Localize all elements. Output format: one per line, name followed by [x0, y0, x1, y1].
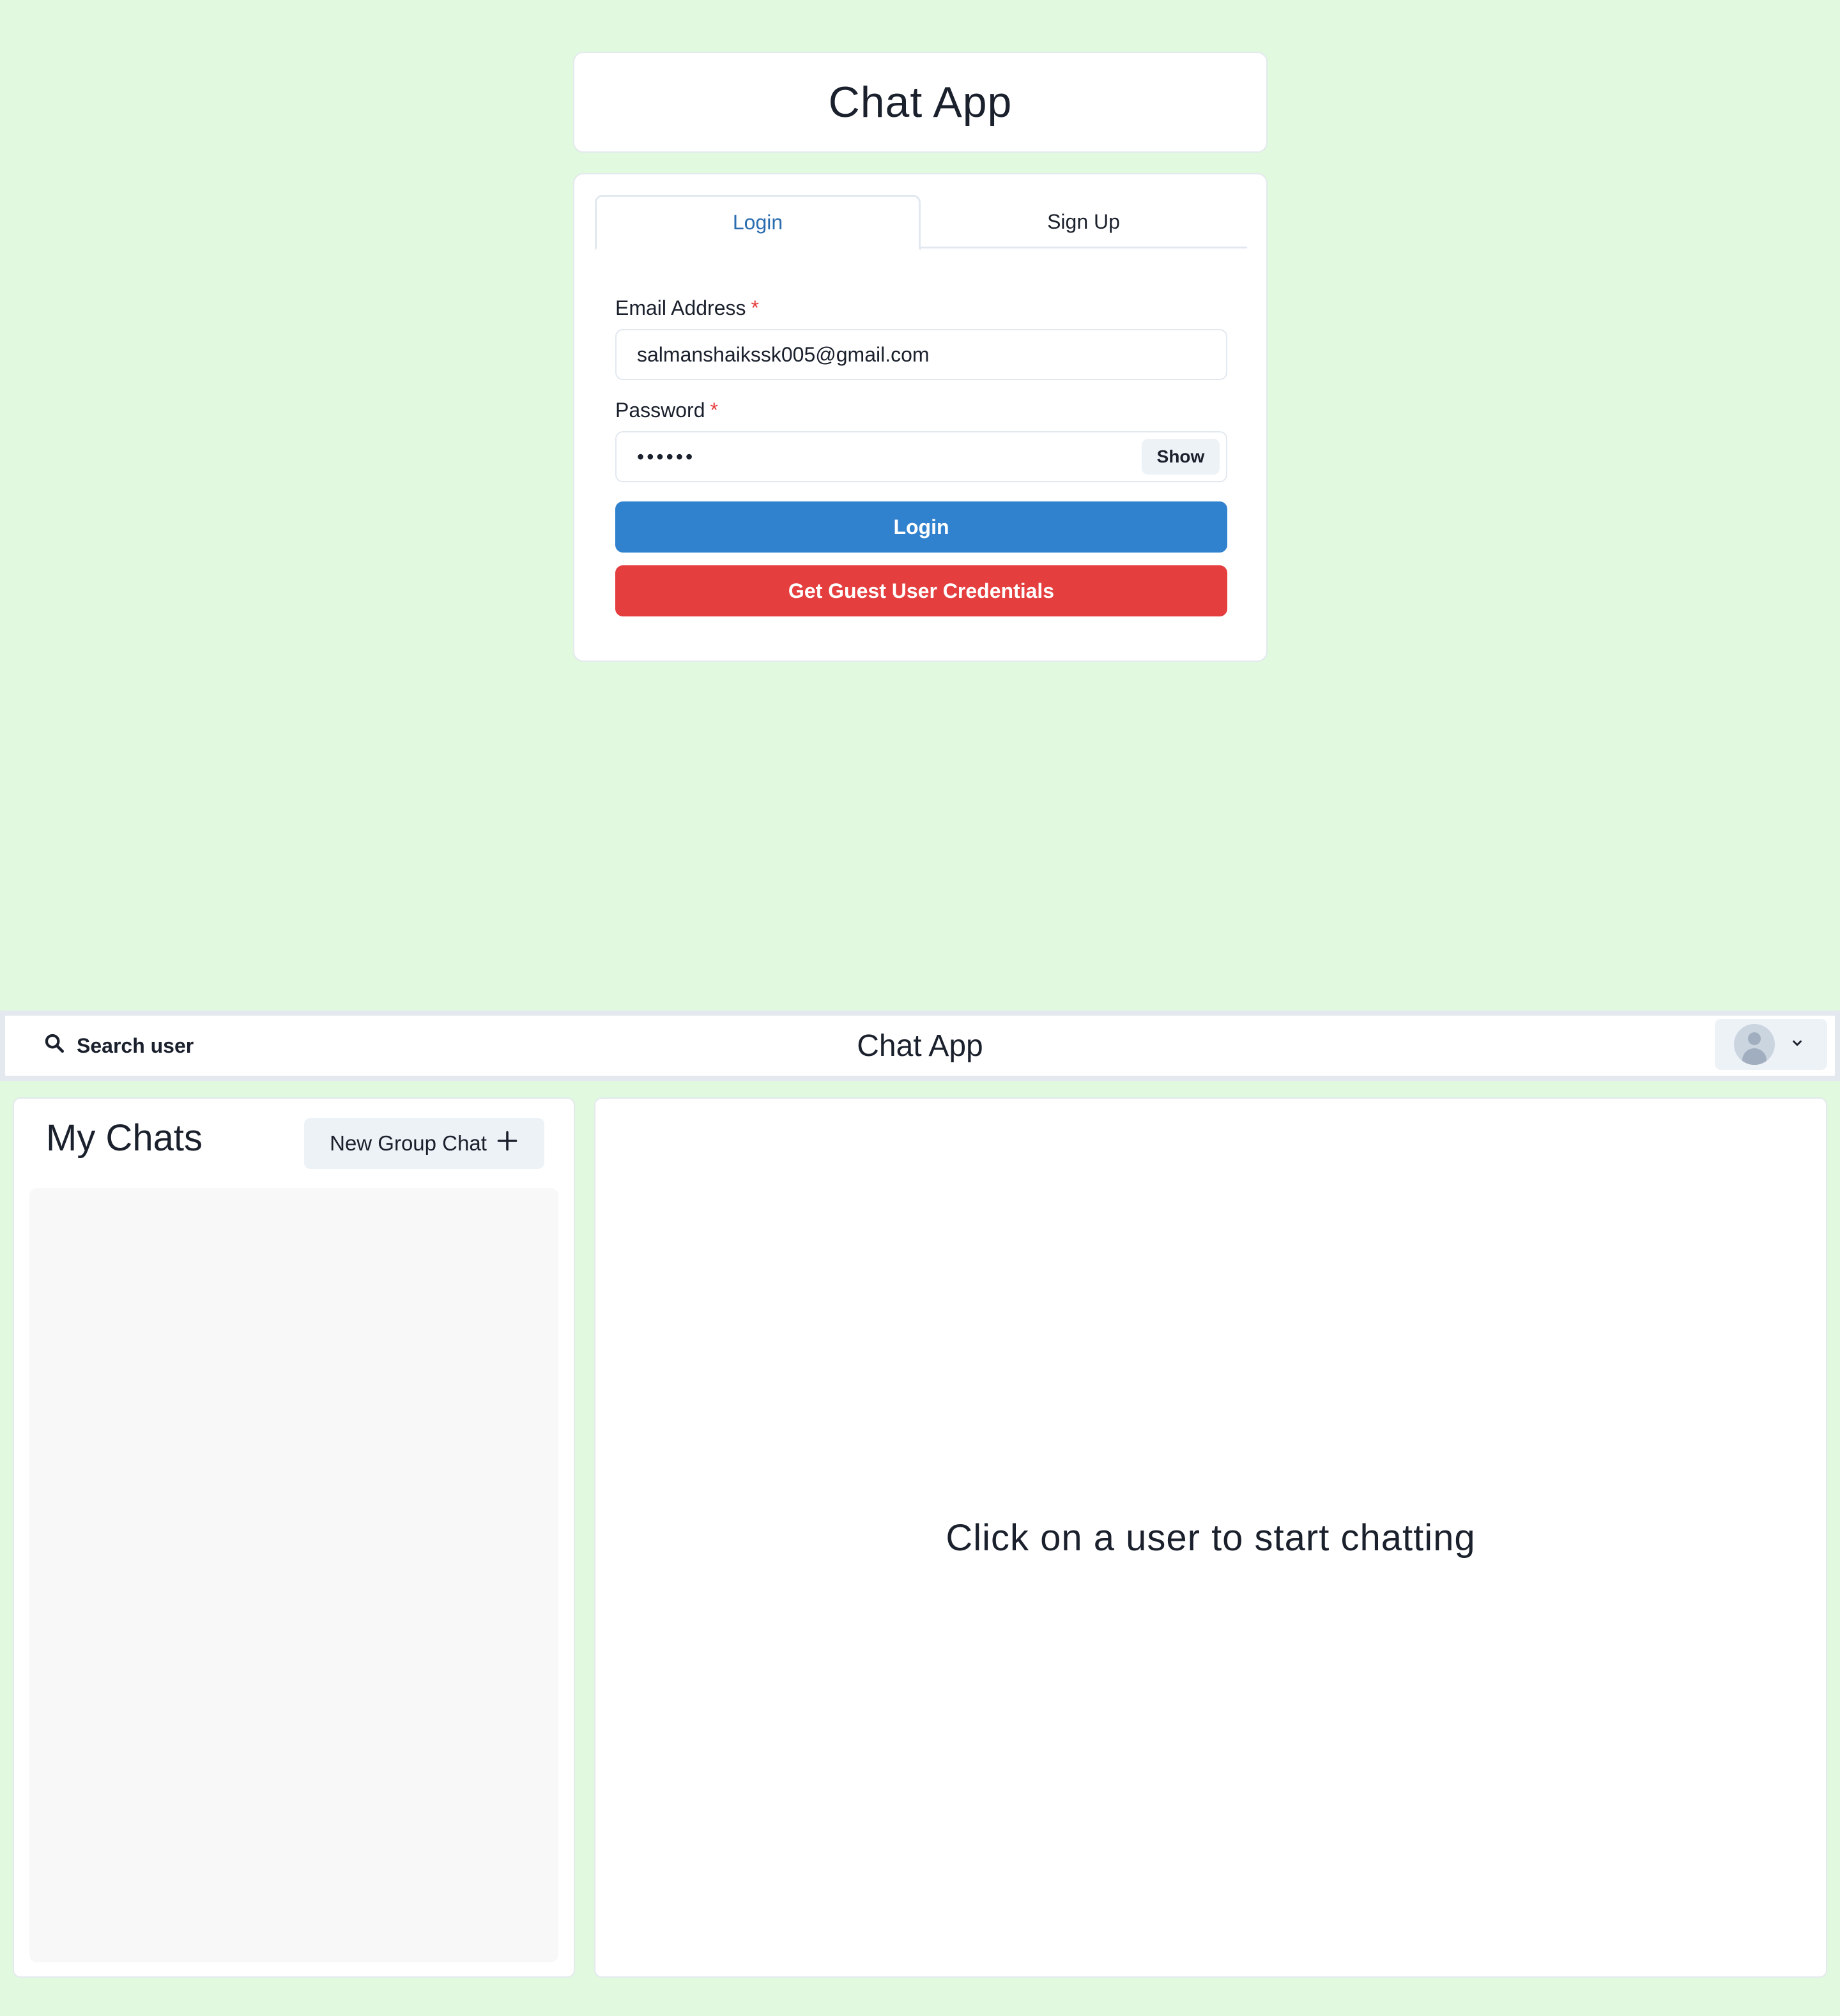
- my-chats-title: My Chats: [46, 1117, 203, 1159]
- login-form: Email Address * salmanshaikssk005@gmail.c…: [615, 292, 1227, 616]
- password-value: ••••••: [637, 445, 696, 468]
- search-user-button[interactable]: Search user: [31, 1025, 206, 1067]
- email-field[interactable]: salmanshaikssk005@gmail.com: [615, 329, 1227, 380]
- chat-list[interactable]: [29, 1188, 558, 1962]
- search-icon: [43, 1032, 65, 1059]
- profile-menu-button[interactable]: [1715, 1019, 1827, 1070]
- new-group-chat-button[interactable]: New Group Chat: [304, 1118, 544, 1169]
- chat-placeholder-text: Click on a user to start chatting: [946, 1516, 1476, 1559]
- tab-login[interactable]: Login: [595, 195, 921, 250]
- top-bar: Search user Chat App: [0, 1011, 1840, 1081]
- tab-sign-up[interactable]: Sign Up: [921, 195, 1246, 248]
- password-label-text: Password: [615, 399, 705, 422]
- chevron-down-icon: [1790, 1036, 1804, 1053]
- required-mark: *: [751, 296, 759, 319]
- new-group-chat-label: New Group Chat: [330, 1131, 487, 1155]
- my-chats-panel: My Chats New Group Chat: [13, 1097, 575, 1978]
- guest-credentials-button[interactable]: Get Guest User Credentials: [615, 565, 1227, 616]
- show-password-button[interactable]: Show: [1142, 439, 1220, 475]
- email-value: salmanshaikssk005@gmail.com: [637, 342, 930, 366]
- header-title: Chat App: [857, 1028, 983, 1063]
- chat-box: Click on a user to start chatting: [594, 1097, 1827, 1978]
- login-button[interactable]: Login: [615, 501, 1227, 553]
- login-title-card: Chat App: [573, 52, 1268, 153]
- avatar-icon: [1734, 1024, 1775, 1065]
- search-user-label: Search user: [77, 1034, 194, 1057]
- required-mark: *: [710, 399, 718, 422]
- plus-icon: [496, 1129, 519, 1157]
- app-title: Chat App: [828, 78, 1013, 126]
- email-label-text: Email Address: [615, 296, 746, 319]
- password-label: Password *: [615, 394, 1227, 426]
- email-label: Email Address *: [615, 292, 1227, 324]
- auth-card: Login Sign Up Email Address * salmanshaik…: [573, 173, 1268, 662]
- password-field[interactable]: •••••• Show: [615, 431, 1227, 482]
- auth-tabs: Login Sign Up: [595, 195, 1247, 250]
